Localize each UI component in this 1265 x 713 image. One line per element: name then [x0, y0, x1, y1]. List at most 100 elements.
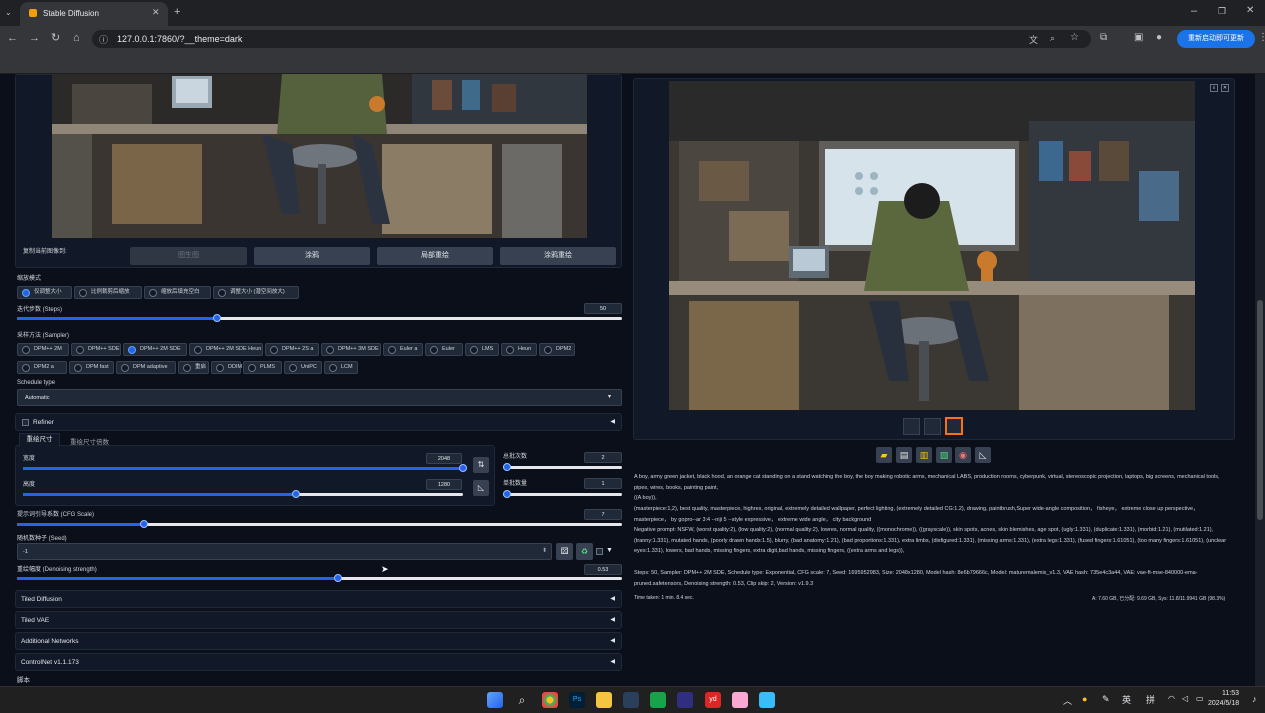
save-icon[interactable]: ▤	[896, 447, 912, 463]
resize-mode-latent[interactable]: 调整大小 (潜空间放大)	[213, 286, 299, 299]
tab-resize-to[interactable]: 重绘尺寸	[19, 433, 60, 446]
controlnet-accordion[interactable]: ControlNet v1.1.173 ◀	[15, 653, 622, 671]
app-icon[interactable]	[677, 692, 693, 708]
sampler-option[interactable]: LMS	[465, 343, 499, 356]
send-to-inpaint-icon[interactable]: ◉	[955, 447, 971, 463]
battery-icon[interactable]: ▭	[1196, 694, 1204, 703]
sampler-option[interactable]: LCM	[324, 361, 358, 374]
sampler-option[interactable]: DPM++ SDE	[71, 343, 121, 356]
gallery-thumbnail-1[interactable]	[903, 418, 920, 435]
input-image[interactable]	[52, 74, 587, 238]
tiled-vae-accordion[interactable]: Tiled VAE ◀	[15, 611, 622, 629]
gallery-thumbnail-3[interactable]	[945, 417, 963, 435]
random-seed-dice-icon[interactable]: ⚄	[556, 543, 573, 560]
tab-resize-by[interactable]: 重绘尺寸倍数	[70, 436, 109, 446]
output-image[interactable]	[669, 81, 1195, 410]
profile-icon[interactable]: ●	[1156, 32, 1162, 44]
youdao-icon[interactable]: yd	[705, 692, 721, 708]
store-icon[interactable]	[623, 692, 639, 708]
scrollbar-thumb[interactable]	[1257, 300, 1263, 520]
send-to-inpaint-button[interactable]: 局部重绘	[377, 247, 493, 265]
additional-networks-accordion[interactable]: Additional Networks ◀	[15, 632, 622, 650]
tab-search-icon[interactable]: ⌄	[5, 7, 12, 19]
file-explorer-icon[interactable]	[596, 692, 612, 708]
sampler-option[interactable]: DPM++ 2M	[17, 343, 69, 356]
sampler-option[interactable]: DPM2 a	[17, 361, 67, 374]
send-to-inpaint-sketch-button[interactable]: 涂鸦重绘	[500, 247, 616, 265]
tiled-diffusion-accordion[interactable]: Tiled Diffusion ◀	[15, 590, 622, 608]
ime-pinyin-indicator[interactable]: 拼	[1146, 693, 1155, 706]
cfg-scale-slider[interactable]	[17, 520, 622, 528]
chrome-icon[interactable]	[542, 692, 558, 708]
sampler-option[interactable]: Heun	[501, 343, 537, 356]
send-to-sketch-button[interactable]: 涂鸦	[254, 247, 370, 265]
new-tab-icon[interactable]: +	[174, 6, 180, 18]
menu-icon[interactable]: ⋮	[1258, 32, 1265, 44]
volume-icon[interactable]: ◁	[1182, 694, 1188, 703]
close-icon[interactable]: ✕	[1221, 84, 1229, 92]
ime-en-indicator[interactable]: 英	[1122, 693, 1131, 706]
gallery-thumbnail-2[interactable]	[924, 418, 941, 435]
width-slider[interactable]	[23, 464, 467, 472]
photoshop-icon[interactable]: Ps	[569, 692, 585, 708]
zoom-icon[interactable]: ⌕	[1050, 33, 1055, 44]
start-icon[interactable]	[487, 692, 503, 708]
width-input[interactable]: 2048	[426, 453, 462, 464]
maximize-icon[interactable]: ❐	[1218, 5, 1226, 17]
sampler-option[interactable]: DPM++ 2S a	[265, 343, 319, 356]
bookmark-star-icon[interactable]: ☆	[1070, 32, 1079, 43]
refiner-accordion[interactable]: Refiner ◀	[15, 413, 622, 431]
tab-close-icon[interactable]: ✕	[152, 7, 160, 18]
resize-mode-just-resize[interactable]: 仅调整大小	[17, 286, 72, 299]
sampler-option[interactable]: DPM++ 2M SDE Heun	[189, 343, 263, 356]
height-input[interactable]: 1280	[426, 479, 462, 490]
extensions-icon[interactable]: ⧉	[1100, 32, 1107, 44]
tray-app-icon[interactable]: ●	[1082, 694, 1087, 704]
sampler-option[interactable]: Euler a	[383, 343, 423, 356]
notification-bell-icon[interactable]: ♪	[1252, 694, 1257, 704]
extra-seed-checkbox[interactable]	[596, 548, 603, 555]
wechat-icon[interactable]	[650, 692, 666, 708]
sampler-option[interactable]: Euler	[425, 343, 463, 356]
sampler-option[interactable]: DPM2	[539, 343, 575, 356]
reload-icon[interactable]: ↻	[51, 32, 60, 44]
window-close-icon[interactable]: ✕	[1246, 5, 1254, 17]
denoising-input[interactable]: 0.53	[584, 564, 622, 575]
address-bar[interactable]: ⓘ 127.0.0.1:7860/?__theme=dark 文 ⌕ ☆	[92, 30, 1091, 48]
browser-tab[interactable]: Stable Diffusion ✕	[20, 2, 168, 26]
sampler-option[interactable]: DPM fast	[69, 361, 114, 374]
spinner-icon[interactable]: ⬍	[542, 547, 547, 554]
batch-size-slider[interactable]	[503, 490, 622, 498]
sampler-option[interactable]: DPM adaptive	[116, 361, 176, 374]
steps-input[interactable]: 50	[584, 303, 622, 314]
clock-date[interactable]: 2024/5/18	[1208, 700, 1239, 707]
translate-icon[interactable]: 文	[1029, 33, 1038, 46]
resize-mode-crop[interactable]: 比例裁剪后缩放	[74, 286, 142, 299]
send-to-img2img-icon[interactable]: ▨	[936, 447, 952, 463]
cfg-scale-input[interactable]: 7	[584, 509, 622, 520]
reuse-seed-recycle-icon[interactable]: ♻	[576, 543, 593, 560]
zip-icon[interactable]: ▥	[916, 447, 932, 463]
search-icon[interactable]: ⌕	[514, 692, 530, 708]
denoising-slider[interactable]	[17, 574, 622, 582]
seed-input[interactable]: -1 ⬍	[17, 543, 552, 560]
sampler-option[interactable]: DDIM	[211, 361, 242, 374]
height-slider[interactable]	[23, 490, 463, 498]
resize-mode-fill[interactable]: 缩放后填充空白	[144, 286, 211, 299]
sampler-option[interactable]: UniPC	[284, 361, 322, 374]
refiner-checkbox[interactable]	[22, 419, 29, 426]
side-panel-icon[interactable]: ▣	[1134, 32, 1143, 44]
batch-count-slider[interactable]	[503, 463, 622, 471]
update-button[interactable]: 重新启动即可更新	[1177, 30, 1255, 48]
sampler-option[interactable]: DPM++ 2M SDE	[123, 343, 187, 356]
steps-slider[interactable]	[17, 314, 622, 322]
tray-overflow-icon[interactable]: ︿	[1063, 694, 1072, 707]
sampler-option[interactable]: PLMS	[243, 361, 282, 374]
pen-icon[interactable]: ✎	[1102, 694, 1110, 705]
detect-size-icon[interactable]: ◺	[473, 480, 489, 496]
pet-app-icon[interactable]	[732, 692, 748, 708]
batch-count-input[interactable]: 2	[584, 452, 622, 463]
swap-dimensions-icon[interactable]: ⇅	[473, 457, 489, 473]
download-icon[interactable]: ⭳	[1210, 84, 1218, 92]
back-icon[interactable]: ←	[7, 32, 18, 44]
